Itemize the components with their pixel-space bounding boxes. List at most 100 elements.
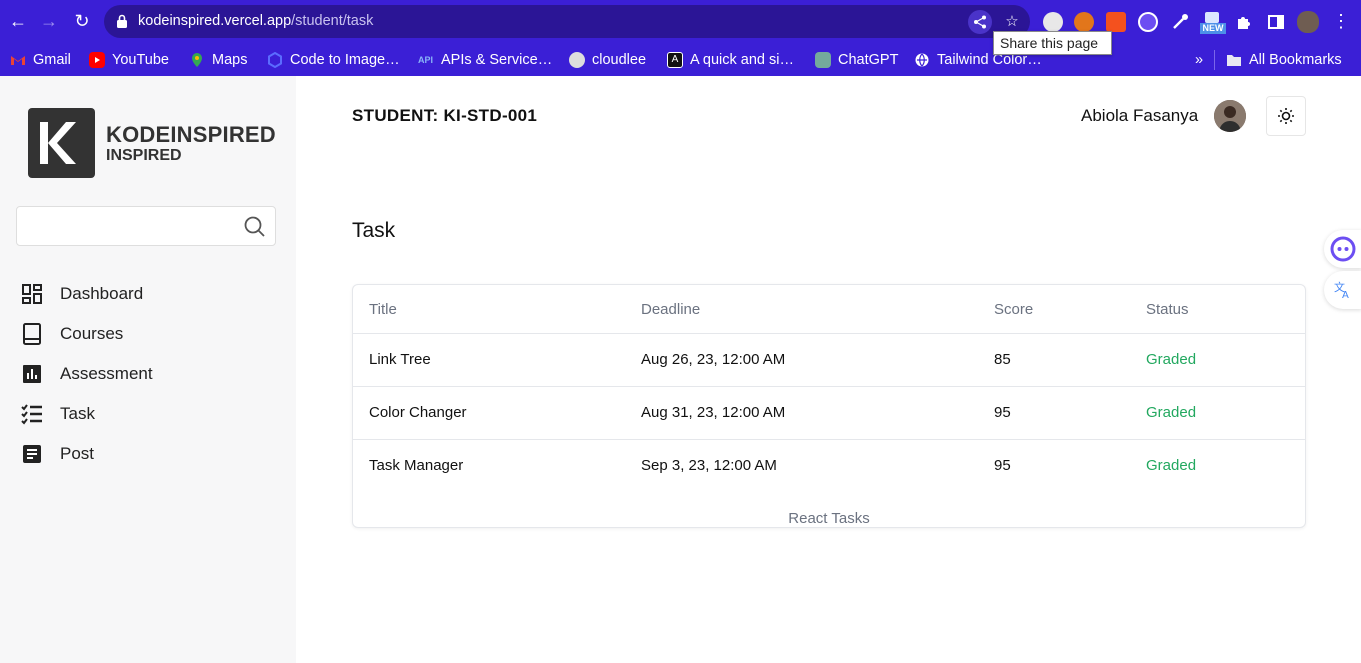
sidebar-item-label: Task — [60, 404, 95, 423]
bookmark-label: Code to Image… — [290, 52, 400, 68]
sidebar-item-courses[interactable]: Courses — [20, 320, 123, 348]
task-status: Graded — [1146, 351, 1197, 368]
code-image-icon — [267, 51, 283, 69]
task-score: 95 — [994, 457, 1011, 474]
all-bookmarks[interactable]: All Bookmarks — [1226, 49, 1342, 71]
url-text: kodeinspired.vercel.app/student/task — [138, 13, 373, 29]
back-icon[interactable]: ← — [7, 10, 29, 32]
sidebar-item-assessment[interactable]: Assessment — [20, 360, 153, 388]
column-header-score: Score — [994, 301, 1034, 318]
task-score: 95 — [994, 404, 1011, 421]
forward-icon[interactable]: → — [38, 10, 60, 32]
new-badge: NEW — [1200, 23, 1226, 34]
sidebar: KODEINSPIRED INSPIRED Dashboard Courses … — [0, 76, 296, 663]
extension-face-icon[interactable] — [1043, 12, 1063, 32]
main-content: STUDENT: KI-STD-001 Abiola Fasanya Task … — [296, 76, 1361, 663]
eyedropper-icon[interactable] — [1170, 12, 1190, 32]
profile-avatar[interactable] — [1297, 11, 1319, 33]
address-bar[interactable]: kodeinspired.vercel.app/student/task ☆ — [104, 5, 1030, 38]
extension-w-icon[interactable] — [1138, 12, 1158, 32]
task-title: Link Tree — [369, 351, 431, 368]
url-host: kodeinspired.vercel.app — [138, 13, 292, 29]
extension-fire-icon[interactable] — [1106, 12, 1126, 32]
column-header-deadline: Deadline — [641, 301, 701, 318]
bookmark-label: Gmail — [33, 52, 71, 68]
new-extension-icon[interactable]: NEW — [1200, 12, 1226, 34]
bookmark-apis[interactable]: API APIs & Service… — [418, 49, 552, 71]
student-id: STUDENT: KI-STD-001 — [352, 106, 538, 125]
bookmarks-divider — [1214, 50, 1215, 70]
sidebar-item-task[interactable]: Task — [20, 400, 95, 428]
bookmark-gmail[interactable]: Gmail — [10, 49, 71, 71]
task-deadline: Aug 31, 23, 12:00 AM — [641, 404, 786, 421]
avatar[interactable] — [1214, 100, 1246, 132]
bookmarks-bar: Gmail YouTube Maps Code to Image… API AP… — [0, 44, 1361, 76]
all-bookmarks-label: All Bookmarks — [1249, 52, 1342, 68]
sidebar-item-post[interactable]: Post — [20, 440, 94, 468]
column-header-title: Title — [369, 301, 397, 318]
url-path: /student/task — [291, 13, 374, 29]
angular-icon: A — [667, 52, 683, 68]
bookmarks-overflow[interactable]: » — [1195, 49, 1203, 71]
share-icon[interactable] — [968, 10, 992, 34]
table-row[interactable]: Task Manager Sep 3, 23, 12:00 AM 95 Grad… — [353, 440, 1305, 493]
table-header: Title Deadline Score Status — [353, 285, 1305, 334]
sidepanel-icon[interactable] — [1266, 12, 1286, 32]
bookmark-chatgpt[interactable]: ChatGPT — [815, 49, 898, 71]
user-name: Abiola Fasanya — [1081, 106, 1199, 125]
task-deadline: Aug 26, 23, 12:00 AM — [641, 351, 786, 368]
bookmark-label: A quick and si… — [690, 52, 794, 68]
api-icon: API — [418, 55, 434, 65]
bookmark-quick[interactable]: A A quick and si… — [667, 49, 794, 71]
sidebar-item-label: Assessment — [60, 364, 153, 383]
bookmark-cloudlee[interactable]: cloudlee — [569, 49, 646, 71]
task-status: Graded — [1146, 457, 1197, 474]
column-header-status: Status — [1146, 301, 1189, 318]
globe-icon — [914, 52, 930, 68]
search-input[interactable] — [16, 206, 276, 246]
sidebar-item-label: Dashboard — [60, 284, 144, 303]
dashboard-icon — [22, 284, 42, 304]
chart-icon — [23, 365, 41, 383]
assistant-float-icon[interactable] — [1324, 230, 1361, 268]
menu-dots-icon[interactable]: ⋮ — [1330, 10, 1352, 32]
table-row[interactable]: Link Tree Aug 26, 23, 12:00 AM 85 Graded — [353, 334, 1305, 387]
bookmark-label: cloudlee — [592, 52, 647, 68]
search-icon[interactable] — [243, 215, 267, 239]
bookmark-code-to-image[interactable]: Code to Image… — [267, 49, 400, 71]
sidebar-item-dashboard[interactable]: Dashboard — [20, 280, 143, 308]
cloudlee-icon — [569, 52, 585, 68]
chatgpt-icon — [815, 52, 831, 68]
folder-icon — [1226, 52, 1242, 68]
task-score: 85 — [994, 351, 1011, 368]
gmail-icon — [10, 52, 26, 68]
checklist-icon — [21, 404, 42, 425]
bookmark-label: ChatGPT — [838, 52, 899, 68]
svg-text:A: A — [1342, 290, 1349, 300]
sidebar-item-label: Post — [60, 444, 95, 463]
translate-float-icon[interactable]: 文A — [1324, 271, 1361, 309]
sidebar-item-label: Courses — [60, 324, 124, 343]
bookmark-youtube[interactable]: YouTube — [89, 49, 169, 71]
bookmark-label: YouTube — [112, 52, 169, 68]
logo-subtext: INSPIRED — [106, 147, 182, 164]
youtube-icon — [89, 52, 105, 68]
bookmark-maps[interactable]: Maps — [189, 49, 247, 71]
reload-icon[interactable]: ↻ — [71, 10, 93, 32]
theme-toggle-button[interactable] — [1266, 96, 1306, 136]
page-title: Task — [352, 219, 396, 242]
task-title: Task Manager — [369, 457, 464, 474]
lock-icon — [117, 14, 127, 28]
task-table: Title Deadline Score Status Link Tree Au… — [352, 284, 1306, 528]
document-icon — [23, 445, 41, 463]
share-tooltip: Share this page — [993, 31, 1112, 55]
puzzle-icon[interactable] — [1234, 12, 1254, 32]
metamask-icon[interactable] — [1074, 12, 1094, 32]
task-deadline: Sep 3, 23, 12:00 AM — [641, 457, 777, 474]
book-icon — [23, 323, 41, 345]
table-row[interactable]: Color Changer Aug 31, 23, 12:00 AM 95 Gr… — [353, 387, 1305, 440]
logo-text: KODEINSPIRED — [106, 122, 276, 147]
task-status: Graded — [1146, 404, 1197, 421]
bookmark-label: Maps — [212, 52, 248, 68]
table-caption: React Tasks — [788, 510, 870, 527]
